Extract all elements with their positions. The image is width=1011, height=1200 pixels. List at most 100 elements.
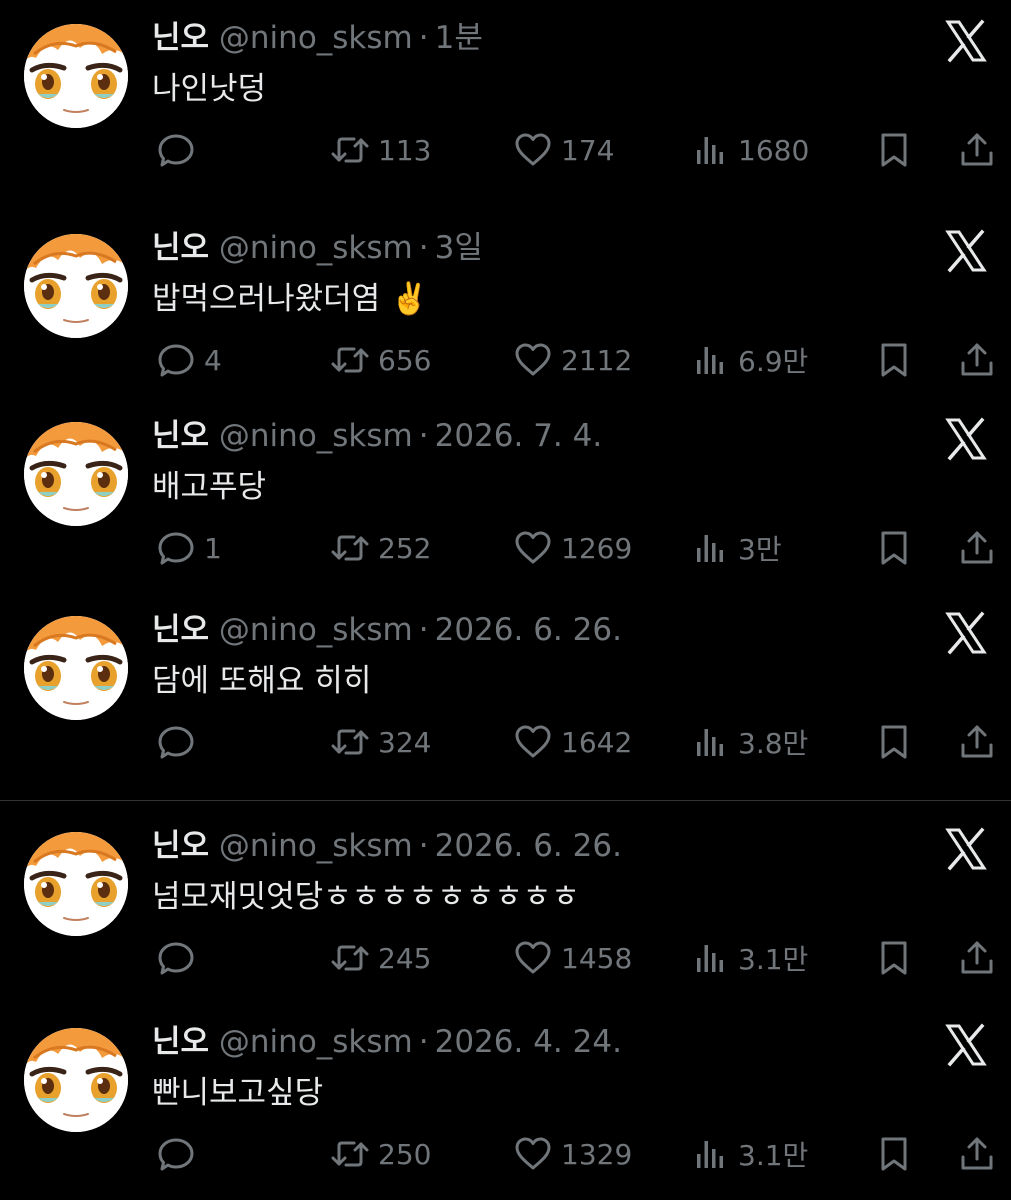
heart-icon xyxy=(515,1137,551,1170)
user-handle[interactable]: @nino_sksm xyxy=(219,418,413,454)
x-logo-icon[interactable] xyxy=(943,228,989,274)
display-name[interactable]: 닌오 xyxy=(152,20,209,56)
display-name[interactable]: 닌오 xyxy=(152,230,209,266)
user-handle[interactable]: @nino_sksm xyxy=(219,612,413,648)
bookmark-button[interactable] xyxy=(874,1132,914,1176)
x-logo-icon[interactable] xyxy=(943,610,989,656)
like-button[interactable]: 1458 xyxy=(513,936,632,980)
heart-icon xyxy=(515,343,551,376)
reply-button[interactable] xyxy=(156,128,204,172)
tweet[interactable]: 닌오 @nino_sksm · 2026. 4. 24. 빤니보고싶당 250 … xyxy=(0,1004,1011,1199)
tweet-text: 빤니보고싶당 xyxy=(152,1075,324,1111)
bookmark-button[interactable] xyxy=(874,720,914,764)
timestamp[interactable]: 3일 xyxy=(435,230,483,266)
tweet-text: 밥먹으러나왔더염 ✌️ xyxy=(152,281,429,317)
like-button[interactable]: 1269 xyxy=(513,526,632,570)
user-handle[interactable]: @nino_sksm xyxy=(219,230,413,266)
avatar[interactable] xyxy=(24,832,128,936)
heart-icon xyxy=(515,133,551,166)
bookmark-button[interactable] xyxy=(874,338,914,382)
tweet[interactable]: 닌오 @nino_sksm · 1분 나인낫덩 113 174 1680 xyxy=(0,0,1011,195)
share-button[interactable] xyxy=(957,526,997,570)
share-button[interactable] xyxy=(957,338,997,382)
reply-button[interactable]: 4 xyxy=(156,338,222,382)
avatar[interactable] xyxy=(24,422,128,526)
repost-button[interactable]: 656 xyxy=(330,338,431,382)
views-count: 3.1만 xyxy=(738,1139,809,1172)
repost-button[interactable]: 324 xyxy=(330,720,431,764)
bookmark-button[interactable] xyxy=(874,526,914,570)
avatar[interactable] xyxy=(24,1028,128,1132)
user-handle[interactable]: @nino_sksm xyxy=(219,1024,413,1060)
repost-arrows-icon xyxy=(331,945,369,971)
display-name[interactable]: 닌오 xyxy=(152,612,209,648)
chat-bubble-icon xyxy=(158,942,194,975)
x-logo-icon[interactable] xyxy=(943,18,989,64)
tweet[interactable]: 닌오 @nino_sksm · 2026. 6. 26. 넘모재밋엇당ㅎㅎㅎㅎㅎㅎㅎ… xyxy=(0,808,1011,1003)
tweet[interactable]: 닌오 @nino_sksm · 2026. 7. 4. 배고푸당 1 252 1… xyxy=(0,398,1011,593)
separator-dot: · xyxy=(418,828,429,864)
tweet-text: 담에 또해요 히히 xyxy=(152,663,372,699)
tweet-text: 배고푸당 xyxy=(152,469,267,505)
like-count: 1458 xyxy=(561,941,633,975)
tweet[interactable]: 닌오 @nino_sksm · 3일 밥먹으러나왔더염 ✌️ 4 656 211… xyxy=(0,210,1011,405)
timestamp[interactable]: 2026. 4. 24. xyxy=(435,1024,622,1060)
reply-button[interactable] xyxy=(156,936,204,980)
avatar-face-icon xyxy=(24,24,128,128)
timestamp[interactable]: 2026. 6. 26. xyxy=(435,612,622,648)
repost-button[interactable]: 113 xyxy=(330,128,431,172)
tweet-actions: 4 656 2112 6.9만 xyxy=(0,338,1011,382)
heart-icon xyxy=(515,941,551,974)
views-button[interactable]: 3만 xyxy=(690,526,782,570)
views-button[interactable]: 3.1만 xyxy=(690,936,808,980)
display-name[interactable]: 닌오 xyxy=(152,828,209,864)
views-button[interactable]: 1680 xyxy=(690,128,809,172)
like-button[interactable]: 1329 xyxy=(513,1132,632,1176)
views-button[interactable]: 3.1만 xyxy=(690,1132,808,1176)
display-name[interactable]: 닌오 xyxy=(152,418,209,454)
timestamp[interactable]: 2026. 6. 26. xyxy=(435,828,622,864)
share-button[interactable] xyxy=(957,936,997,980)
repost-button[interactable]: 245 xyxy=(330,936,431,980)
share-upload-icon xyxy=(961,725,993,758)
tweet-header: 닌오 @nino_sksm · 3일 xyxy=(152,228,483,268)
share-upload-icon xyxy=(961,1137,993,1170)
chat-bubble-icon xyxy=(158,532,194,565)
reply-button[interactable] xyxy=(156,720,204,764)
avatar[interactable] xyxy=(24,616,128,720)
repost-button[interactable]: 252 xyxy=(330,526,431,570)
avatar[interactable] xyxy=(24,234,128,338)
views-button[interactable]: 6.9만 xyxy=(690,338,808,382)
like-button[interactable]: 1642 xyxy=(513,720,632,764)
avatar-face-icon xyxy=(24,1028,128,1132)
tweet[interactable]: 닌오 @nino_sksm · 2026. 6. 26. 담에 또해요 히히 3… xyxy=(0,592,1011,787)
reply-count: 4 xyxy=(204,343,222,377)
timestamp[interactable]: 1분 xyxy=(435,20,483,56)
repost-count: 245 xyxy=(378,941,432,975)
avatar[interactable] xyxy=(24,24,128,128)
x-logo-icon[interactable] xyxy=(943,416,989,462)
repost-button[interactable]: 250 xyxy=(330,1132,431,1176)
bookmark-button[interactable] xyxy=(874,936,914,980)
separator-dot: · xyxy=(418,230,429,266)
like-count: 174 xyxy=(561,133,615,167)
display-name[interactable]: 닌오 xyxy=(152,1024,209,1060)
like-button[interactable]: 2112 xyxy=(513,338,632,382)
like-button[interactable]: 174 xyxy=(513,128,614,172)
avatar-face-icon xyxy=(24,832,128,936)
reply-button[interactable]: 1 xyxy=(156,526,222,570)
share-button[interactable] xyxy=(957,720,997,764)
timestamp[interactable]: 2026. 7. 4. xyxy=(435,418,603,454)
views-button[interactable]: 3.8만 xyxy=(690,720,808,764)
x-logo-icon[interactable] xyxy=(943,1022,989,1068)
repost-count: 250 xyxy=(378,1137,432,1171)
user-handle[interactable]: @nino_sksm xyxy=(219,828,413,864)
share-button[interactable] xyxy=(957,1132,997,1176)
x-logo-icon[interactable] xyxy=(943,826,989,872)
views-count: 6.9만 xyxy=(738,345,809,378)
user-handle[interactable]: @nino_sksm xyxy=(219,20,413,56)
avatar-face-icon xyxy=(24,234,128,338)
share-button[interactable] xyxy=(957,128,997,172)
bookmark-button[interactable] xyxy=(874,128,914,172)
reply-button[interactable] xyxy=(156,1132,204,1176)
